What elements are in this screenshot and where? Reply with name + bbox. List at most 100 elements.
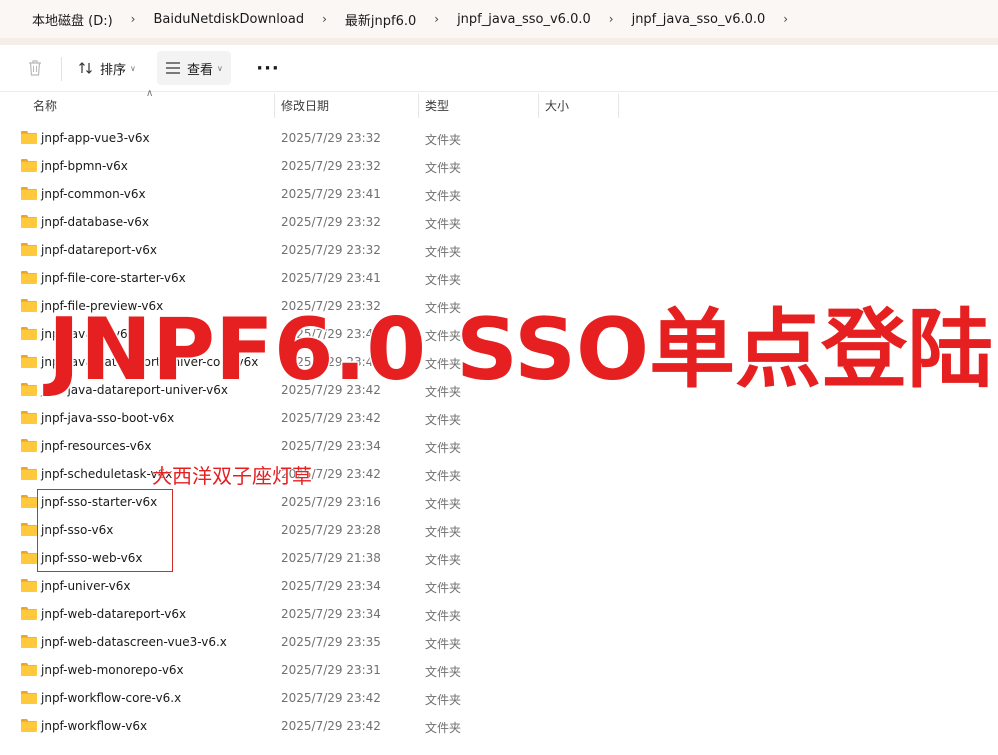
folder-icon: [21, 383, 37, 396]
folder-icon: [21, 495, 37, 508]
folder-icon: [21, 271, 37, 284]
file-row[interactable]: jnpf-bpmn-v6x 2025/7/29 23:32 文件夹: [0, 152, 998, 180]
file-row[interactable]: jnpf-common-v6x 2025/7/29 23:41 文件夹: [0, 180, 998, 208]
column-label: 名称: [33, 98, 58, 113]
file-date: 2025/7/29 23:34: [281, 439, 381, 453]
column-header-type[interactable]: 类型: [419, 92, 538, 118]
breadcrumb-item-baidu[interactable]: BaiduNetdiskDownload ›: [149, 0, 340, 38]
file-date: 2025/7/29 23:41: [281, 187, 381, 201]
more-options-button[interactable]: ···: [252, 51, 284, 85]
file-date: 2025/7/29 23:32: [281, 215, 381, 229]
file-name: jnpf-univer-v6x: [41, 579, 131, 593]
sort-label: 排序: [100, 62, 127, 78]
column-divider[interactable]: [618, 94, 619, 118]
file-row[interactable]: jnpf-file-core-starter-v6x 2025/7/29 23:4…: [0, 264, 998, 292]
file-type: 文件夹: [425, 161, 462, 175]
file-row[interactable]: jnpf-app-vue3-v6x 2025/7/29 23:32 文件夹: [0, 124, 998, 152]
file-name: jnpf-file-core-starter-v6x: [41, 271, 186, 285]
file-name: jnpf-workflow-v6x: [41, 719, 148, 733]
folder-icon: [21, 579, 37, 592]
column-header-row: ∧ 名称 修改日期 类型 大小: [0, 88, 998, 118]
file-type: 文件夹: [425, 553, 462, 567]
file-row[interactable]: jnpf-java-sso-boot-v6x 2025/7/29 23:42 文件夹: [0, 404, 998, 432]
file-type: 文件夹: [425, 469, 462, 483]
address-bar[interactable]: 本地磁盘 (D:) › BaiduNetdiskDownload › 最新jnpf6…: [0, 0, 998, 38]
file-row[interactable]: jnpf-web-datascreen-vue3-v6.x 2025/7/29 2…: [0, 628, 998, 656]
folder-icon: [21, 131, 37, 144]
chevron-right-icon: ›: [434, 12, 440, 26]
folder-icon: [21, 523, 37, 536]
column-label: 大小: [545, 98, 570, 113]
file-type: 文件夹: [425, 637, 462, 651]
folder-icon: [21, 355, 37, 368]
chevron-right-icon: ›: [322, 12, 327, 26]
file-row[interactable]: jnpf-resources-v6x 2025/7/29 23:34 文件夹: [0, 432, 998, 460]
column-header-name[interactable]: 名称: [27, 92, 273, 118]
file-type: 文件夹: [425, 609, 462, 623]
file-date: 2025/7/29 23:41: [281, 271, 381, 285]
file-name: jnpf-database-v6x: [41, 215, 149, 229]
sort-icon: [79, 62, 92, 74]
file-type: 文件夹: [425, 413, 462, 427]
file-row[interactable]: jnpf-web-datareport-v6x 2025/7/29 23:34 文件…: [0, 600, 998, 628]
file-list: jnpf-app-vue3-v6x 2025/7/29 23:32 文件夹 jnpf-…: [0, 124, 998, 740]
file-row[interactable]: jnpf-workflow-core-v6.x 2025/7/29 23:42 文件…: [0, 684, 998, 712]
chevron-right-icon: ›: [783, 12, 789, 26]
file-date: 2025/7/29 23:32: [281, 159, 381, 173]
file-name: jnpf-bpmn-v6x: [41, 159, 128, 173]
toolbar-divider: [61, 57, 62, 81]
file-date: 2025/7/29 23:32: [281, 131, 381, 145]
file-name: jnpf-app-vue3-v6x: [41, 131, 150, 145]
folder-icon: [21, 159, 37, 172]
delete-button[interactable]: [20, 51, 50, 85]
highlight-box: [37, 489, 173, 572]
file-type: 文件夹: [425, 189, 462, 203]
file-type: 文件夹: [425, 525, 462, 539]
file-name: jnpf-datareport-v6x: [41, 243, 157, 257]
file-date: 2025/7/29 23:32: [281, 243, 381, 257]
sort-button[interactable]: 排序 ∨: [70, 51, 144, 85]
file-row[interactable]: jnpf-datareport-v6x 2025/7/29 23:32 文件夹: [0, 236, 998, 264]
file-row[interactable]: jnpf-web-monorepo-v6x 2025/7/29 23:31 文件夹: [0, 656, 998, 684]
file-row[interactable]: jnpf-univer-v6x 2025/7/29 23:34 文件夹: [0, 572, 998, 600]
trash-icon: [29, 60, 41, 76]
file-type: 文件夹: [425, 665, 462, 679]
file-name: jnpf-resources-v6x: [41, 439, 152, 453]
folder-icon: [21, 467, 37, 480]
file-date: 2025/7/29 23:35: [281, 635, 381, 649]
file-name: jnpf-web-monorepo-v6x: [41, 663, 184, 677]
view-button[interactable]: 查看 ∨: [157, 51, 231, 85]
folder-icon: [21, 551, 37, 564]
folder-icon: [21, 439, 37, 452]
overlay-watermark: 大西洋双子座灯草: [152, 464, 313, 489]
file-date: 2025/7/29 23:42: [281, 719, 381, 733]
column-label: 类型: [425, 98, 450, 113]
folder-icon: [21, 719, 37, 732]
chevron-right-icon: ›: [608, 12, 614, 26]
breadcrumb-item-jnpf[interactable]: 最新jnpf6.0 ›: [341, 0, 453, 38]
file-type: 文件夹: [425, 273, 462, 287]
breadcrumb-item-sso-1[interactable]: jnpf_java_sso_v6.0.0 ›: [453, 0, 628, 38]
crumb-label: jnpf_java_sso_v6.0.0: [457, 11, 591, 27]
chevron-down-icon: ∨: [130, 63, 136, 73]
file-date: 2025/7/29 23:28: [281, 523, 381, 537]
file-date: 2025/7/29 23:42: [281, 411, 381, 425]
folder-icon: [21, 663, 37, 676]
file-type: 文件夹: [425, 133, 462, 147]
file-type: 文件夹: [425, 497, 462, 511]
file-row[interactable]: jnpf-scheduletask-v6x 2025/7/29 23:42 文件夹: [0, 460, 998, 488]
folder-icon: [21, 691, 37, 704]
file-row[interactable]: jnpf-database-v6x 2025/7/29 23:32 文件夹: [0, 208, 998, 236]
column-header-date[interactable]: 修改日期: [275, 92, 418, 118]
address-bar-divider: [0, 38, 998, 45]
folder-icon: [21, 187, 37, 200]
file-row[interactable]: jnpf-workflow-v6x 2025/7/29 23:42 文件夹: [0, 712, 998, 740]
crumb-label: 最新jnpf6.0: [344, 13, 417, 29]
column-label: 修改日期: [281, 98, 330, 113]
breadcrumb-item-drive[interactable]: 本地磁盘 (D:) ›: [28, 0, 149, 38]
view-list-icon: [166, 62, 180, 74]
file-date: 2025/7/29 23:16: [281, 495, 381, 509]
overlay-title: JNPF6.0 SSO单点登陆: [46, 299, 994, 402]
column-header-size[interactable]: 大小: [539, 92, 618, 118]
breadcrumb-item-sso-2[interactable]: jnpf_java_sso_v6.0.0 ›: [628, 0, 803, 38]
